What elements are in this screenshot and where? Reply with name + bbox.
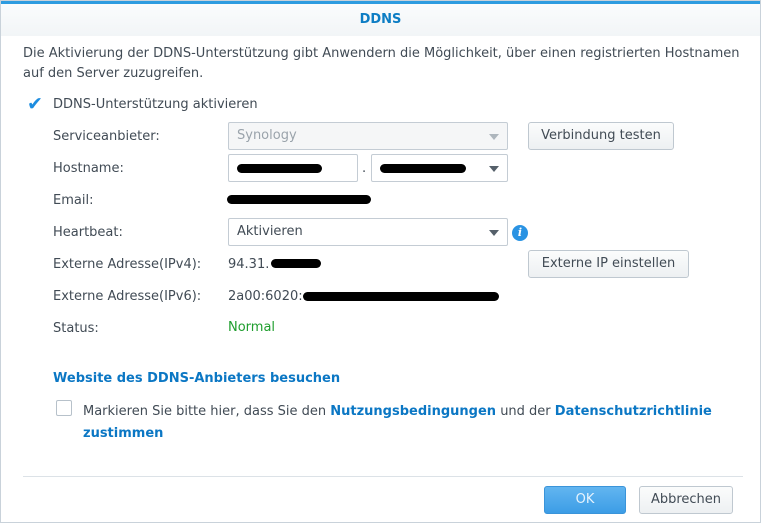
privacy-policy-link[interactable]: Datenschutzrichtlinie (555, 404, 712, 419)
set-external-ip-button[interactable]: Externe IP einstellen (528, 250, 689, 278)
info-icon[interactable]: i (512, 225, 528, 241)
heartbeat-select[interactable]: Aktivieren (228, 218, 508, 246)
status-value: Normal (228, 320, 276, 335)
dialog-description: Die Aktivierung der DDNS-Unterstützung g… (23, 46, 740, 81)
checkmark-icon: ✔ (27, 93, 43, 115)
hostname-label: Hostname: (53, 161, 124, 176)
terms-of-use-link[interactable]: Nutzungsbedingungen (330, 404, 496, 419)
redacted-hostname (237, 164, 322, 173)
ipv4-value: 94.31. (228, 257, 270, 272)
enable-ddns-label: DDNS-Unterstützung aktivieren (53, 97, 258, 112)
heartbeat-value: Aktivieren (237, 224, 303, 239)
provider-select[interactable]: Synology (228, 122, 508, 150)
heartbeat-label: Heartbeat: (53, 225, 123, 240)
terms-prefix: Markieren Sie bitte hier, dass Sie den (83, 404, 331, 419)
terms-text: Markieren Sie bitte hier, dass Sie den N… (83, 401, 723, 445)
ipv6-value: 2a00:6020: (228, 289, 303, 304)
footer-divider (23, 476, 743, 477)
chevron-down-icon (489, 230, 499, 236)
enable-ddns-checkbox[interactable]: ✔ (26, 93, 43, 115)
terms-middle: und der (496, 404, 555, 419)
redacted-ipv4 (271, 259, 321, 268)
agree-link[interactable]: zustimmen (83, 426, 163, 441)
redacted-domain (380, 164, 466, 173)
chevron-down-icon (489, 166, 499, 172)
ipv6-label: Externe Adresse(IPv6): (53, 289, 202, 304)
hostname-domain-select[interactable] (371, 154, 508, 182)
chevron-down-icon (489, 134, 499, 140)
hostname-separator: . (362, 161, 367, 176)
ipv4-label: Externe Adresse(IPv4): (53, 257, 202, 272)
provider-value: Synology (237, 128, 297, 143)
email-label: Email: (53, 193, 94, 208)
terms-checkbox[interactable] (56, 400, 72, 416)
redacted-ipv6 (303, 292, 499, 301)
redacted-email (227, 195, 371, 204)
cancel-button[interactable]: Abbrechen (639, 486, 733, 514)
dialog-title: DDNS (1, 1, 760, 36)
test-connection-button[interactable]: Verbindung testen (528, 122, 674, 150)
status-label: Status: (53, 321, 99, 336)
provider-label: Serviceanbieter: (53, 129, 160, 144)
ddns-dialog: DDNS Die Aktivierung der DDNS-Unterstütz… (0, 0, 761, 523)
provider-website-link[interactable]: Website des DDNS-Anbieters besuchen (53, 371, 340, 386)
hostname-input[interactable] (228, 154, 358, 182)
ok-button[interactable]: OK (544, 486, 626, 514)
